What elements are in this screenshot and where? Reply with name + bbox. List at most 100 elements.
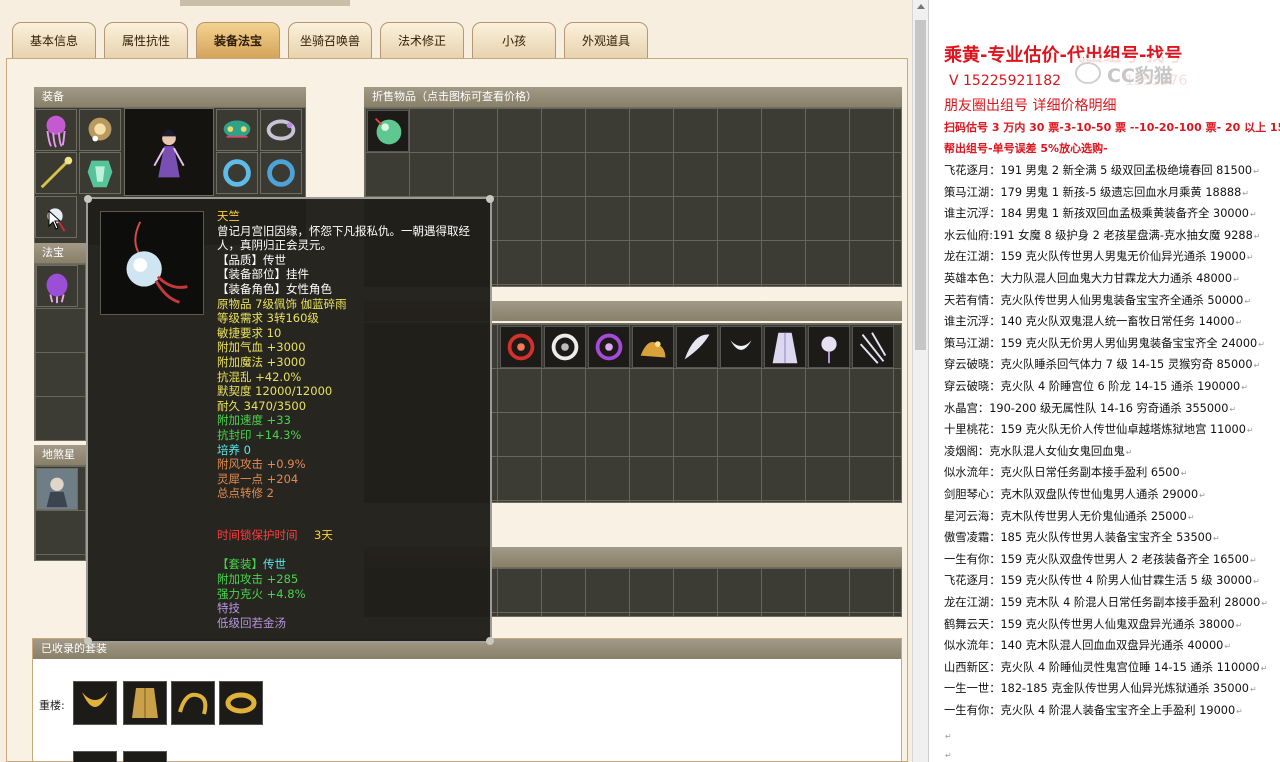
- item-1[interactable]: [500, 326, 542, 368]
- scroll-up-icon[interactable]: [917, 4, 925, 9]
- return-mark-icon: ↵: [1253, 167, 1260, 176]
- doc-listing-line: 策马江湖：159 克火队无价男人男仙男鬼装备宝宝齐全 24000↵: [944, 335, 1265, 351]
- doc-listing-line: 一生有你：159 克火队双盘传世男人 2 老孩装备齐全 16500↵: [944, 551, 1257, 567]
- blue-bracelet-icon: [267, 159, 295, 187]
- doc-listing-text: 飞花逐月：159 克火队传世 4 阶男人仙甘霖生活 5 级 30000: [944, 574, 1253, 588]
- doc-listing-text: 傲雪凌霜：185 克火队传世男人装备宝宝齐全 53500: [944, 531, 1213, 545]
- equip-slot-bracelet-left[interactable]: [216, 152, 258, 194]
- tab-appearance-items[interactable]: 外观道具: [564, 22, 648, 58]
- doc-pricing-1: 扫码估号 3 万内 30 票-3-10-50 票 --10-20-100 票- …: [944, 121, 1280, 134]
- equipment-section-title: 装备: [34, 87, 306, 107]
- item-4[interactable]: [632, 326, 674, 368]
- doc-listing-text: 一生一世：182-185 克金队传世男人仙异光炼狱通杀 35000: [944, 682, 1249, 696]
- equip-slot-shoes[interactable]: [260, 109, 302, 151]
- return-mark-icon: ↵: [1250, 555, 1257, 565]
- return-mark-icon: ↵: [1187, 512, 1195, 522]
- purple-lantern-icon: [46, 273, 68, 304]
- doc-listing-line: 一生一世：182-185 克金队传世男人仙异光炼狱通杀 35000↵: [944, 680, 1257, 696]
- tooltip-line: 天竺: [217, 209, 240, 223]
- tooltip-line: 附加速度 +33: [217, 413, 291, 428]
- return-mark-icon: ↵: [945, 751, 952, 760]
- white-robe-icon: [772, 332, 798, 364]
- collected-item-2[interactable]: [123, 681, 167, 725]
- tab-attributes[interactable]: 属性抗性: [104, 22, 188, 58]
- tab-child[interactable]: 小孩: [472, 22, 556, 58]
- tooltip-line: 附加气血 +3000: [217, 340, 306, 355]
- moon-pendant-icon: [126, 221, 188, 304]
- fabao-section-title: 法宝: [34, 243, 86, 263]
- doc-listing-text: 穿云破晓：克火队睡杀回气体力 7 级 14-15 灵猴穷奇 85000: [944, 358, 1253, 372]
- collected-item-6[interactable]: [123, 751, 167, 762]
- flower-icon: [821, 336, 837, 364]
- return-mark-icon: ↵: [945, 732, 952, 741]
- collected-item-4[interactable]: [219, 681, 263, 725]
- doc-phone: V 15225921182: [949, 73, 1062, 89]
- collected-item-1[interactable]: [73, 681, 117, 725]
- item-3[interactable]: [588, 326, 630, 368]
- doc-listing-line: 龙在江湖：159 克火队传世男人男鬼无价仙异光通杀 19000↵: [944, 248, 1254, 264]
- gold-dragon-icon: [178, 692, 208, 715]
- return-mark-icon: ↵: [1253, 231, 1261, 241]
- gold-bracelet-icon: [225, 692, 257, 714]
- return-mark-icon: ↵: [1246, 253, 1254, 263]
- tab-mounts-pets[interactable]: 坐骑召唤兽: [288, 22, 372, 58]
- equip-slot-helmet[interactable]: [35, 109, 77, 151]
- vertical-scrollbar[interactable]: [912, 0, 928, 762]
- tooltip-line: 培养 0: [217, 442, 251, 457]
- doc-listing-text: 飞花逐月：191 男鬼 2 新全满 5 级双回孟极绝境春回 81500: [944, 164, 1253, 177]
- equip-slot-armor[interactable]: [79, 152, 121, 194]
- doc-listing-line: 谁主沉浮：184 男鬼 1 新孩双回血孟极乘黄装备齐全 30000↵: [944, 205, 1257, 221]
- equip-slot-necklace[interactable]: [79, 109, 121, 151]
- tab-spell-correction[interactable]: 法术修正: [380, 22, 464, 58]
- watermark: CC豹猫: [1075, 58, 1237, 88]
- tab-bar: 基本信息 属性抗性 装备法宝 坐骑召唤兽 法术修正 小孩 外观道具: [0, 18, 912, 60]
- staff-weapon-icon: [40, 156, 73, 189]
- doc-listing-line: 飞花逐月：159 克火队传世 4 阶男人仙甘霖生活 5 级 30000↵: [944, 572, 1260, 588]
- item-2[interactable]: [544, 326, 586, 368]
- return-mark-icon: ↵: [1261, 599, 1268, 608]
- doc-listing-line: 似水流年：克火队日常任务副本接手盈利 6500↵: [944, 464, 1187, 480]
- collection-row-label: 重楼:: [39, 699, 65, 712]
- mouse-cursor-icon: [48, 210, 62, 230]
- doc-listing-line: 策马江湖：179 男鬼 1 新孩-5 级遗忘回血水月乘黄 18888↵: [944, 184, 1249, 200]
- tab-basic-info[interactable]: 基本信息: [12, 22, 96, 58]
- doc-listing-text: 剑胆琴心：克木队双盘队传世仙鬼男人通杀 29000: [944, 488, 1199, 501]
- doc-listing-text: 星河云海：克木队传世男人无价鬼仙通杀 25000: [944, 509, 1187, 523]
- collected-sets-panel: 已收录的套装 重楼:: [32, 638, 902, 762]
- collected-item-5[interactable]: [73, 751, 117, 762]
- collected-item-3[interactable]: [171, 681, 215, 725]
- sale-item-1[interactable]: [367, 110, 409, 152]
- return-mark-icon: ↵: [1199, 491, 1206, 500]
- equip-slot-bracelet-right[interactable]: [260, 152, 302, 194]
- tooltip-set-line: 附加攻击 +285: [217, 572, 299, 586]
- fabao-slot-1[interactable]: [36, 265, 78, 307]
- return-mark-icon: ↵: [1253, 361, 1261, 371]
- tab-equipment-fabao[interactable]: 装备法宝: [196, 22, 280, 58]
- doc-listing-text: 一生有你：159 克火队双盘传世男人 2 老孩装备齐全 16500: [944, 552, 1249, 566]
- item-7[interactable]: [764, 326, 806, 368]
- return-mark-icon: ↵: [1260, 663, 1268, 673]
- mask-belt-icon: [223, 120, 251, 138]
- doc-listing-text: 谁主沉浮：140 克火队双鬼混人统一畜牧日常任务 14000: [944, 315, 1235, 329]
- doc-listing-text: 英雄本色：大力队混人回血鬼大力甘霖龙大力通杀 48000: [944, 272, 1233, 285]
- tooltip-item-image: [100, 211, 204, 315]
- equip-slot-weapon[interactable]: [35, 152, 77, 194]
- item-9[interactable]: [852, 326, 894, 368]
- tooltip-line: 附加魔法 +3000: [217, 355, 306, 369]
- dishaxing-slot-1[interactable]: [36, 468, 78, 510]
- return-mark-icon: ↵: [1258, 339, 1265, 349]
- return-mark-icon: ↵: [1236, 707, 1243, 716]
- item-8[interactable]: [808, 326, 850, 368]
- item-6[interactable]: [720, 326, 762, 368]
- tooltip-line: 等级需求 3转160级: [217, 311, 319, 326]
- equip-slot-belt[interactable]: [216, 109, 258, 151]
- doc-listing-text: 水晶宫：190-200 级无属性队 14-16 穷奇通杀 355000: [944, 401, 1229, 415]
- item-5[interactable]: [676, 326, 718, 368]
- doc-listing-text: 策马江湖：159 克火队无价男人男仙男鬼装备宝宝齐全 24000: [944, 336, 1258, 350]
- tooltip-set-line: 低级回若金汤: [217, 615, 286, 630]
- warrior-portrait-icon: [37, 469, 77, 509]
- doc-listing-line: 谁主沉浮：140 克火队双鬼混人统一畜牧日常任务 14000↵: [944, 313, 1242, 329]
- scrollbar-thumb[interactable]: [915, 20, 926, 350]
- tooltip-line: 【装备角色】女性角色: [217, 282, 332, 296]
- purple-swirl-icon: [595, 333, 623, 361]
